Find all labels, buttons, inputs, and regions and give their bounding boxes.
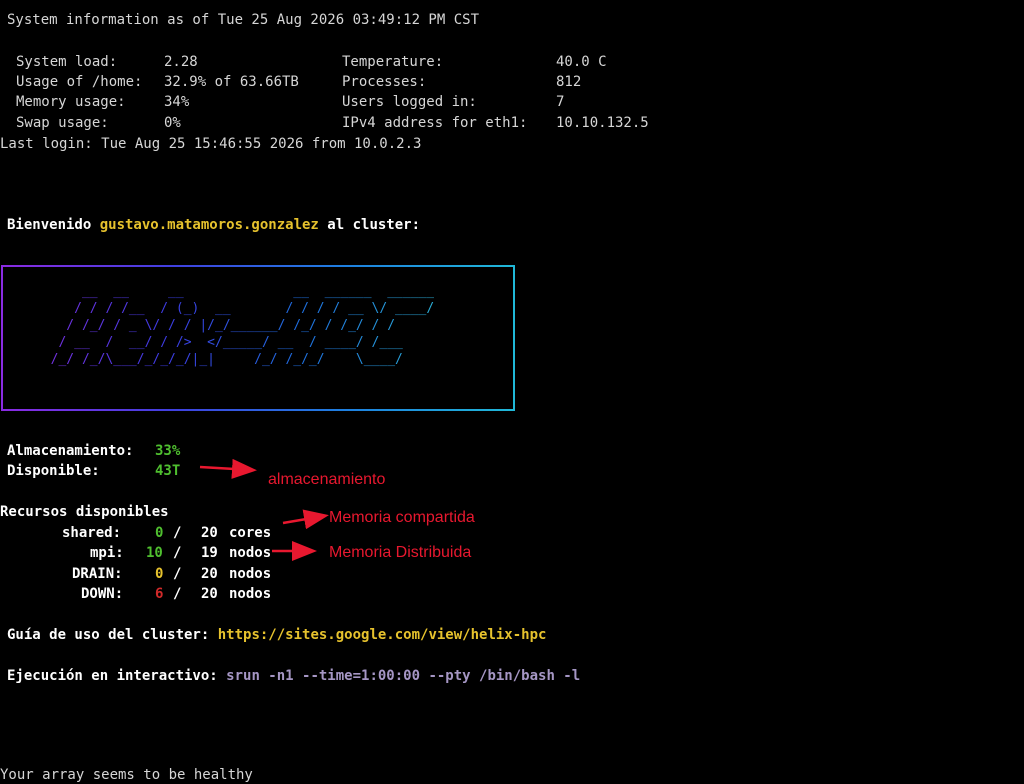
stat-label: Swap usage:: [16, 115, 109, 131]
resource-unit: cores: [229, 525, 272, 541]
stat-value: 34%: [164, 94, 190, 110]
stat-value: 32.9% of 63.66TB: [164, 74, 299, 90]
resource-unit: nodos: [229, 566, 272, 582]
welcome-prefix: Bienvenido: [7, 217, 100, 233]
arrow-shared-icon: [282, 509, 329, 530]
resource-name: DRAIN:: [72, 566, 123, 582]
resource-sep: /: [173, 525, 182, 541]
resources-title: Recursos disponibles: [0, 504, 169, 520]
sysinfo-header: System information as of Tue 25 Aug 2026…: [7, 12, 480, 28]
stat-label: Temperature:: [342, 54, 444, 70]
stat-value: 7: [556, 94, 565, 110]
resource-name: DOWN:: [81, 586, 124, 602]
guide-label: Guía de uso del cluster:: [7, 627, 210, 643]
stat-label: Usage of /home:: [16, 74, 143, 90]
resource-free: 0: [155, 525, 164, 541]
storage-available-label: Disponible:: [7, 463, 100, 479]
stat-value: 0%: [164, 115, 181, 131]
storage-used-label: Almacenamiento:: [7, 443, 134, 459]
resource-free: 0: [155, 566, 164, 582]
banner-ascii-art: __ __ __ __ ______ ______ / / / /__ / (_…: [35, 283, 435, 368]
interactive-label: Ejecución en interactivo:: [7, 668, 218, 684]
guide-url-link[interactable]: https://sites.google.com/view/helix-hpc: [218, 627, 547, 643]
arrow-storage-icon: [199, 458, 257, 479]
resource-total: 19: [201, 545, 218, 561]
resource-free: 6: [155, 586, 164, 602]
stat-value: 812: [556, 74, 582, 90]
stat-label: Users logged in:: [342, 94, 477, 110]
resource-name: mpi:: [90, 545, 124, 561]
welcome-user: gustavo.matamoros.gonzalez: [99, 217, 319, 233]
stat-value: 2.28: [164, 54, 198, 70]
resource-sep: /: [173, 586, 182, 602]
storage-available-value: 43T: [155, 463, 181, 479]
resource-unit: nodos: [229, 586, 272, 602]
resource-total: 20: [201, 586, 218, 602]
guide-line: Guía de uso del cluster: https://sites.g…: [7, 626, 546, 644]
resource-total: 20: [201, 525, 218, 541]
annotation-shared: Memoria compartida: [329, 509, 475, 526]
resource-total: 20: [201, 566, 218, 582]
resource-sep: /: [173, 566, 182, 582]
welcome-line: Bienvenido gustavo.matamoros.gonzalez al…: [7, 216, 420, 234]
last-login: Last login: Tue Aug 25 15:46:55 2026 fro…: [0, 136, 422, 152]
resource-name: shared:: [62, 525, 122, 541]
stat-label: Memory usage:: [16, 94, 126, 110]
stat-label: IPv4 address for eth1:: [342, 115, 528, 131]
resource-free: 10: [146, 545, 163, 561]
footer-status: Your array seems to be healthy: [0, 767, 253, 783]
stat-value: 10.10.132.5: [556, 115, 649, 131]
storage-used-value: 33%: [155, 443, 181, 459]
resource-unit: nodos: [229, 545, 272, 561]
helix-hpc-banner: __ __ __ __ ______ ______ / / / /__ / (_…: [1, 265, 515, 411]
resource-sep: /: [173, 545, 182, 561]
welcome-suffix: al cluster:: [318, 217, 421, 233]
stat-value: 40.0 C: [556, 54, 607, 70]
annotation-storage: almacenamiento: [268, 471, 386, 488]
interactive-command: srun -n1 --time=1:00:00 --pty /bin/bash …: [226, 668, 581, 684]
stat-label: Processes:: [342, 74, 427, 90]
annotation-mpi: Memoria Distribuida: [329, 544, 472, 561]
interactive-line: Ejecución en interactivo: srun -n1 --tim…: [7, 667, 580, 685]
stat-label: System load:: [16, 54, 118, 70]
